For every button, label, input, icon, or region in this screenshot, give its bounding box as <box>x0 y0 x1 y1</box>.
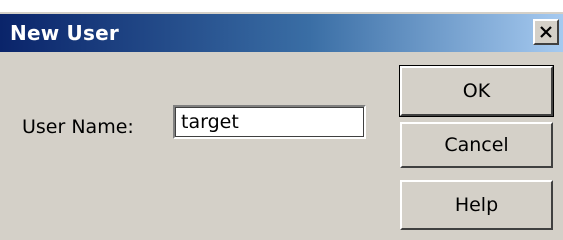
cancel-button[interactable]: Cancel <box>400 122 553 168</box>
user-name-label: User Name: <box>22 116 134 138</box>
user-name-input[interactable] <box>173 105 366 139</box>
new-user-dialog: New User User Name: OK Cancel Help <box>0 0 563 240</box>
help-button[interactable]: Help <box>400 180 553 230</box>
window-title: New User <box>10 21 119 45</box>
ok-button[interactable]: OK <box>399 65 554 117</box>
close-button[interactable] <box>533 19 559 45</box>
title-bar[interactable]: New User <box>0 14 563 52</box>
close-icon <box>539 25 553 39</box>
